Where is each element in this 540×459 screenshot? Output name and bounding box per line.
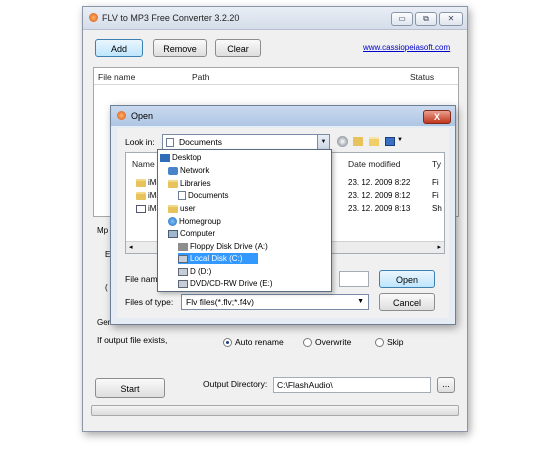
chevron-down-icon[interactable]: ▼	[317, 135, 329, 149]
file-date: 23. 12. 2009 8:12	[348, 191, 411, 200]
disk-icon	[178, 267, 188, 276]
files-of-type-chevron-icon[interactable]: ▼	[357, 295, 364, 309]
homegroup-icon	[168, 217, 177, 227]
up-folder-icon[interactable]	[353, 137, 363, 146]
dropdown-item-dvd-e[interactable]: DVD/CD-RW Drive (E:)	[178, 278, 328, 289]
dropdown-item-libraries[interactable]: Libraries	[168, 178, 328, 189]
column-name[interactable]: Name	[132, 159, 155, 169]
folder-icon	[136, 179, 146, 187]
dropdown-item-local-disk-c[interactable]: Local Disk (C:)	[178, 253, 258, 264]
app-title: FLV to MP3 Free Converter 3.2.20	[102, 13, 240, 23]
open-dialog-title: Open	[131, 111, 154, 121]
look-in-value: Documents	[179, 137, 222, 147]
disk-icon	[178, 254, 188, 263]
column-type[interactable]: Ty	[432, 159, 441, 169]
view-menu-icon[interactable]	[385, 137, 395, 146]
skip-radio[interactable]	[375, 338, 384, 347]
dropdown-item-d[interactable]: D (D:)	[178, 266, 328, 277]
dialog-close-button[interactable]: X	[423, 110, 451, 124]
dropdown-item-desktop[interactable]: Desktop	[160, 152, 328, 163]
open-dialog-icon	[117, 111, 126, 120]
column-status[interactable]: Status	[410, 72, 434, 82]
shortcut-icon	[136, 205, 146, 213]
look-in-dropdown[interactable]: Desktop Network Libraries Documents user…	[157, 149, 332, 292]
header-divider	[94, 84, 458, 85]
files-of-type-value: Flv files(*.flv;*.f4v)	[186, 297, 255, 307]
look-in-combo[interactable]: Documents ▼	[162, 134, 330, 150]
column-date-modified[interactable]: Date modified	[348, 159, 400, 169]
if-exists-label: If output file exists,	[97, 335, 168, 345]
settings-label-paren: (	[105, 283, 108, 292]
files-of-type-combo[interactable]: Flv files(*.flv;*.f4v) ▼	[181, 294, 369, 310]
view-menu-chevron-icon[interactable]: ▼	[397, 137, 403, 143]
dropdown-item-computer[interactable]: Computer	[168, 228, 328, 239]
website-link[interactable]: www.cassiopeiasoft.com	[363, 43, 450, 52]
maximize-button[interactable]: ⧉	[415, 12, 437, 26]
progress-bar	[91, 405, 459, 416]
look-in-label: Look in:	[125, 137, 155, 147]
file-type: Fi	[432, 178, 439, 187]
dropdown-item-user[interactable]: user	[168, 203, 328, 214]
column-path[interactable]: Path	[192, 72, 210, 82]
documents-icon	[178, 191, 186, 201]
close-button[interactable]: ✕	[439, 12, 463, 26]
scroll-left-icon[interactable]: ◂	[129, 243, 133, 251]
file-date: 23. 12. 2009 8:22	[348, 178, 411, 187]
file-date: 23. 12. 2009 8:13	[348, 204, 411, 213]
overwrite-radio[interactable]	[303, 338, 312, 347]
output-dir-input[interactable]: C:\FlashAudio\	[273, 377, 431, 393]
file-name-input[interactable]	[339, 271, 369, 287]
computer-icon	[168, 229, 178, 238]
network-icon	[168, 166, 178, 175]
scroll-right-icon[interactable]: ▸	[437, 243, 441, 251]
dvd-icon	[178, 279, 188, 288]
user-icon	[168, 204, 178, 213]
settings-label-mp: Mp	[97, 226, 109, 235]
browse-button[interactable]: ...	[437, 377, 455, 393]
dropdown-item-documents[interactable]: Documents	[178, 190, 328, 201]
floppy-icon	[178, 242, 188, 251]
documents-icon	[166, 138, 174, 147]
files-of-type-label: Files of type:	[125, 297, 174, 307]
desktop-icon	[160, 153, 170, 162]
column-file-name[interactable]: File name	[98, 72, 135, 82]
new-folder-icon[interactable]	[369, 137, 379, 146]
dropdown-item-floppy[interactable]: Floppy Disk Drive (A:)	[178, 241, 328, 252]
app-icon	[89, 13, 98, 22]
file-type: Fi	[432, 191, 439, 200]
cancel-button[interactable]: Cancel	[379, 293, 435, 311]
libraries-icon	[168, 179, 178, 188]
back-icon[interactable]	[337, 136, 348, 147]
remove-button[interactable]: Remove	[153, 39, 207, 57]
folder-icon	[136, 192, 146, 200]
clear-button[interactable]: Clear	[215, 39, 261, 57]
start-button[interactable]: Start	[95, 378, 165, 398]
dropdown-item-network[interactable]: Network	[168, 165, 328, 176]
main-titlebar[interactable]: FLV to MP3 Free Converter 3.2.20 ▭ ⧉ ✕	[83, 7, 467, 30]
skip-label[interactable]: Skip	[387, 337, 404, 347]
dropdown-item-homegroup[interactable]: Homegroup	[168, 216, 328, 227]
minimize-button[interactable]: ▭	[391, 12, 413, 26]
open-button[interactable]: Open	[379, 270, 435, 288]
auto-rename-radio[interactable]	[223, 338, 232, 347]
auto-rename-label[interactable]: Auto rename	[235, 337, 284, 347]
output-dir-label: Output Directory:	[203, 379, 268, 389]
open-dialog-titlebar[interactable]: Open X	[111, 106, 455, 126]
overwrite-label[interactable]: Overwrite	[315, 337, 351, 347]
file-type: Sh	[432, 204, 442, 213]
add-button[interactable]: Add	[95, 39, 143, 57]
